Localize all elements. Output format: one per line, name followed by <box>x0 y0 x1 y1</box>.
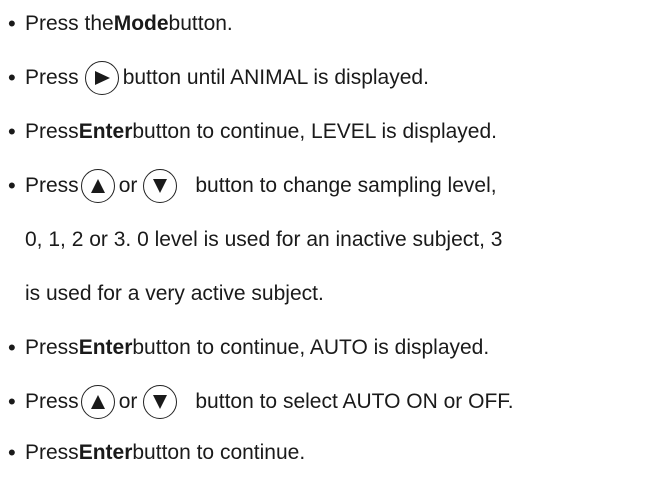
step-continuation: 0, 1, 2 or 3. 0 level is used for an ina… <box>8 225 502 255</box>
step-text-pre: Press the <box>25 12 114 35</box>
up-arrow-icon <box>80 169 115 203</box>
step-text-pre: Press <box>25 441 79 464</box>
enter-button-label: Enter <box>78 120 133 143</box>
bullet: • <box>8 119 16 144</box>
step-text-post: button. <box>168 12 233 35</box>
bullet: • <box>8 335 16 360</box>
mode-button-label: Mode <box>113 12 169 35</box>
down-arrow-icon <box>143 169 178 203</box>
or-text: or <box>118 174 138 197</box>
down-arrow-icon <box>143 385 178 419</box>
enter-button-label: Enter <box>78 336 133 359</box>
bullet: • <box>8 389 16 414</box>
step-text-post: button to continue, LEVEL is displayed. <box>132 120 498 143</box>
step-right-arrow: • Press button until ANIMAL is displayed… <box>8 61 429 95</box>
enter-button-label: Enter <box>78 441 133 464</box>
step-text-post: button to select AUTO ON or OFF. <box>195 390 514 413</box>
bullet: • <box>8 65 16 90</box>
step-continuation: is used for a very active subject. <box>8 279 324 309</box>
right-arrow-icon <box>84 61 119 95</box>
or-text: or <box>118 390 138 413</box>
step-text-pre: Press <box>25 336 79 359</box>
step-enter-level: • Press Enter button to continue, LEVEL … <box>8 117 497 147</box>
step-text-post: button to continue, AUTO is displayed. <box>132 336 490 359</box>
bullet: • <box>8 173 16 198</box>
step-text-pre: Press <box>25 390 79 413</box>
step-text-pre: Press <box>25 66 79 89</box>
bullet: • <box>8 11 16 36</box>
up-arrow-icon <box>80 385 115 419</box>
step-text-post: button to change sampling level, <box>195 174 497 197</box>
instruction-document: • Press the Mode button. • Press button … <box>0 0 662 483</box>
continuation-text: is used for a very active subject. <box>25 282 324 305</box>
bullet: • <box>8 440 16 465</box>
step-mode: • Press the Mode button. <box>8 9 233 39</box>
step-text-post: button until ANIMAL is displayed. <box>122 66 429 89</box>
step-text-pre: Press <box>25 120 79 143</box>
step-text-post: button to continue. <box>132 441 306 464</box>
step-text-pre: Press <box>25 174 79 197</box>
step-up-down-auto: • Press or button to select AUTO ON or O… <box>8 385 514 419</box>
continuation-text: 0, 1, 2 or 3. 0 level is used for an ina… <box>25 228 503 251</box>
step-enter-auto: • Press Enter button to continue, AUTO i… <box>8 333 489 363</box>
step-enter-continue: • Press Enter button to continue. <box>8 438 305 468</box>
step-up-down-level: • Press or button to change sampling lev… <box>8 169 497 203</box>
